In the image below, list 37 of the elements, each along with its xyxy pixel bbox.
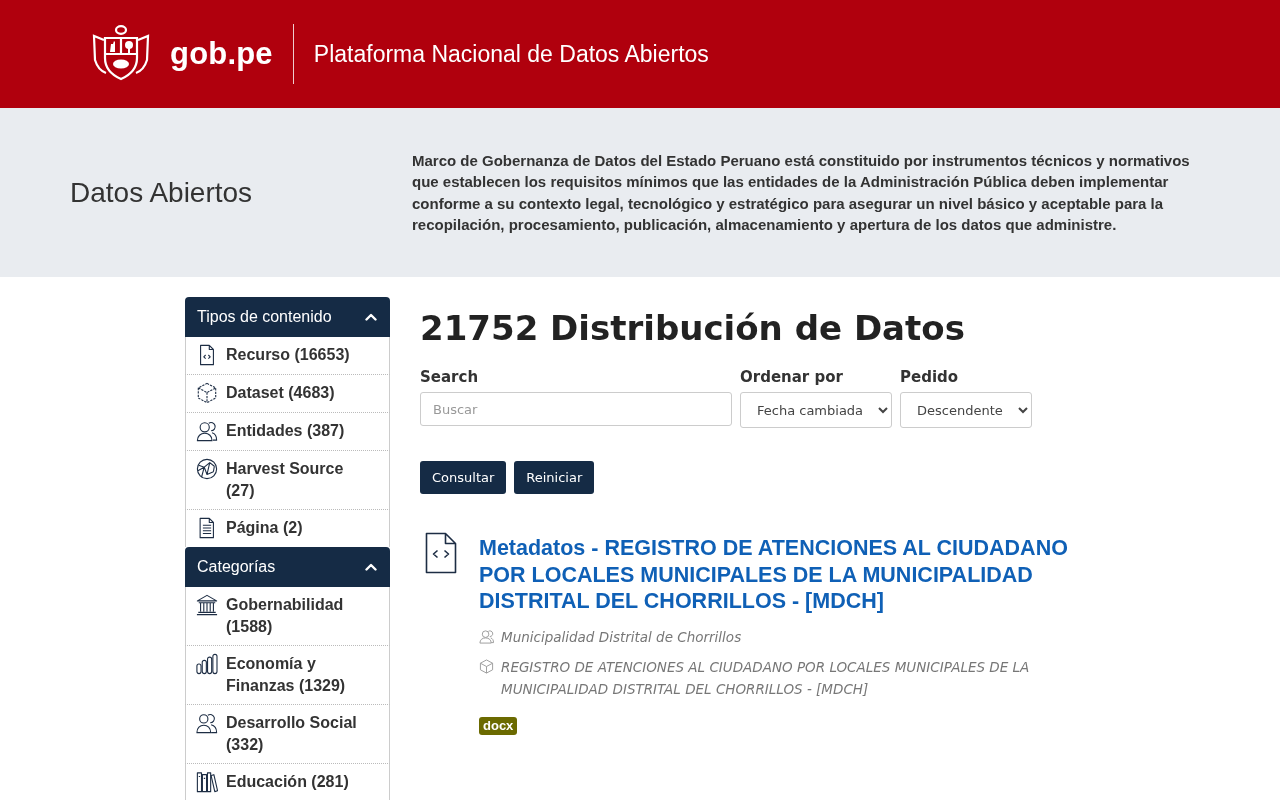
globe-icon [196, 458, 218, 480]
field-label: Pedido [900, 367, 959, 387]
users-icon [479, 628, 494, 644]
results-heading: 21752 Distribución de Datos [420, 307, 966, 350]
facet-item[interactable]: Harvest Source (27) [185, 451, 390, 510]
building-icon [196, 594, 218, 616]
cube-icon [479, 659, 494, 674]
books-icon [196, 771, 218, 793]
facet-item[interactable]: Educación (281) [185, 764, 390, 800]
banner-description: Marco de Gobernanza de Datos del Estado Peruano está constituido por instrumentos técnicos y normativos que establecen los requisitos mínimos que las entidades de la Administración Pública deben implementar conforme a su contexto legal, tecnológico y estratégico para asegurar un nivel básico y aceptable para la recopilación, procesamiento, publicación, almacenamiento y apertura de los datos que administre. [412, 150, 1191, 235]
sort-select[interactable]: Fecha cambiada [740, 392, 892, 428]
facet-item[interactable]: Economía y Finanzas (1329) [185, 646, 390, 705]
brand-name[interactable]: gob.pe [170, 36, 273, 72]
facet-item[interactable]: Desarrollo Social (332) [185, 705, 390, 764]
reset-button[interactable]: Reiniciar [514, 461, 595, 494]
bar-columns-icon [196, 653, 218, 675]
facet-item[interactable]: Recurso (16653) [185, 337, 390, 375]
query-button[interactable]: Consultar [420, 461, 507, 494]
cube-icon [196, 382, 218, 404]
facet-item[interactable]: Entidades (387) [185, 413, 390, 451]
entity-name: Municipalidad Distrital de Chorrillos [501, 627, 742, 647]
field-label: Ordenar por [740, 367, 843, 387]
people-icon [196, 712, 218, 734]
field-label: Search [420, 367, 479, 387]
site-title: Plataforma Nacional de Datos Abiertos [313, 40, 709, 68]
banner-title: Datos Abiertos [70, 175, 254, 210]
result-title-link[interactable]: Metadatos - REGISTRO DE ATENCIONES AL CIUDADANO POR LOCALES MUNICIPALES DE LA MUNICIPALIDAD DISTRITAL DEL CHORRILLOS - [MDCH] [479, 535, 1095, 615]
facet-toggle[interactable]: Tipos de contenido [185, 297, 390, 337]
code-file-icon [425, 532, 457, 574]
order-select[interactable]: Descendente [900, 392, 1032, 428]
format-badge[interactable]: docx [479, 717, 518, 735]
facet-item[interactable]: Gobernabilidad (1588) [185, 587, 390, 646]
dataset-name: REGISTRO DE ATENCIONES AL CIUDADANO POR LOCALES MUNICIPALES DE LA MUNICIPALIDAD DISTRITAL DEL CHORRILLOS - [MDCH] [501, 658, 1031, 699]
facet-item[interactable]: Dataset (4683) [185, 375, 390, 413]
search-field[interactable]: Buscar [420, 392, 732, 426]
facet-toggle[interactable]: Categorías [185, 547, 390, 587]
users-icon [196, 420, 218, 442]
